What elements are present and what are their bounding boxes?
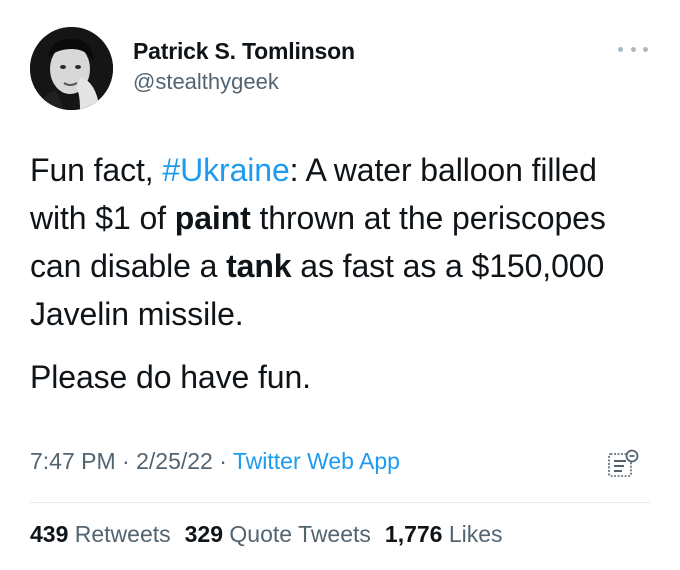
quote-tweets-count: 329 [184, 521, 224, 547]
retweets-stat[interactable]: 439 Retweets [30, 521, 171, 547]
retweets-count: 439 [30, 521, 69, 547]
tweet-source-link[interactable]: Twitter Web App [233, 448, 400, 474]
likes-stat[interactable]: 1,776 Likes [385, 521, 503, 547]
tweet-card: Patrick S. Tomlinson @stealthygeek Fun f… [0, 0, 680, 570]
analytics-icon [608, 449, 639, 477]
more-dot [618, 46, 623, 52]
tweet-stats: 439 Retweets 329 Quote Tweets 1,776 Likes [30, 521, 503, 548]
tweet-text-bold: tank [226, 248, 292, 284]
tweet-meta: 7:47 PM · 2/25/22 · Twitter Web App [30, 448, 400, 475]
tweet-text-bold: paint [174, 200, 251, 236]
quote-tweets-label: Quote Tweets [229, 521, 371, 547]
hashtag-link[interactable]: #Ukraine [162, 152, 289, 188]
author-display-name[interactable]: Patrick S. Tomlinson [133, 38, 355, 65]
quote-tweets-stat[interactable]: 329 Quote Tweets [185, 521, 371, 547]
likes-label: Likes [448, 521, 503, 547]
tweet-paragraph-1: Fun fact, #Ukraine: A water balloon fill… [30, 146, 660, 338]
avatar[interactable] [30, 27, 113, 110]
meta-separator: · [219, 448, 227, 474]
tweet-paragraph-2: Please do have fun. [30, 359, 311, 395]
tweet-text: Fun fact, #Ukraine: A water balloon fill… [30, 146, 660, 401]
tweet-text-segment: Fun fact, [30, 152, 163, 188]
meta-separator: · [122, 448, 130, 474]
more-dot [643, 46, 648, 52]
more-dot [630, 46, 636, 52]
tweet-analytics-icon[interactable] [606, 448, 640, 482]
stats-divider [30, 502, 650, 503]
more-options-icon[interactable] [618, 42, 648, 56]
tweet-time[interactable]: 7:47 PM [30, 448, 116, 474]
likes-count: 1,776 [384, 521, 443, 547]
tweet-date[interactable]: 2/25/22 [136, 448, 213, 474]
user-avatar-photo-icon [30, 27, 113, 110]
author-handle[interactable]: @stealthygeek [133, 69, 279, 95]
retweets-label: Retweets [74, 521, 171, 547]
